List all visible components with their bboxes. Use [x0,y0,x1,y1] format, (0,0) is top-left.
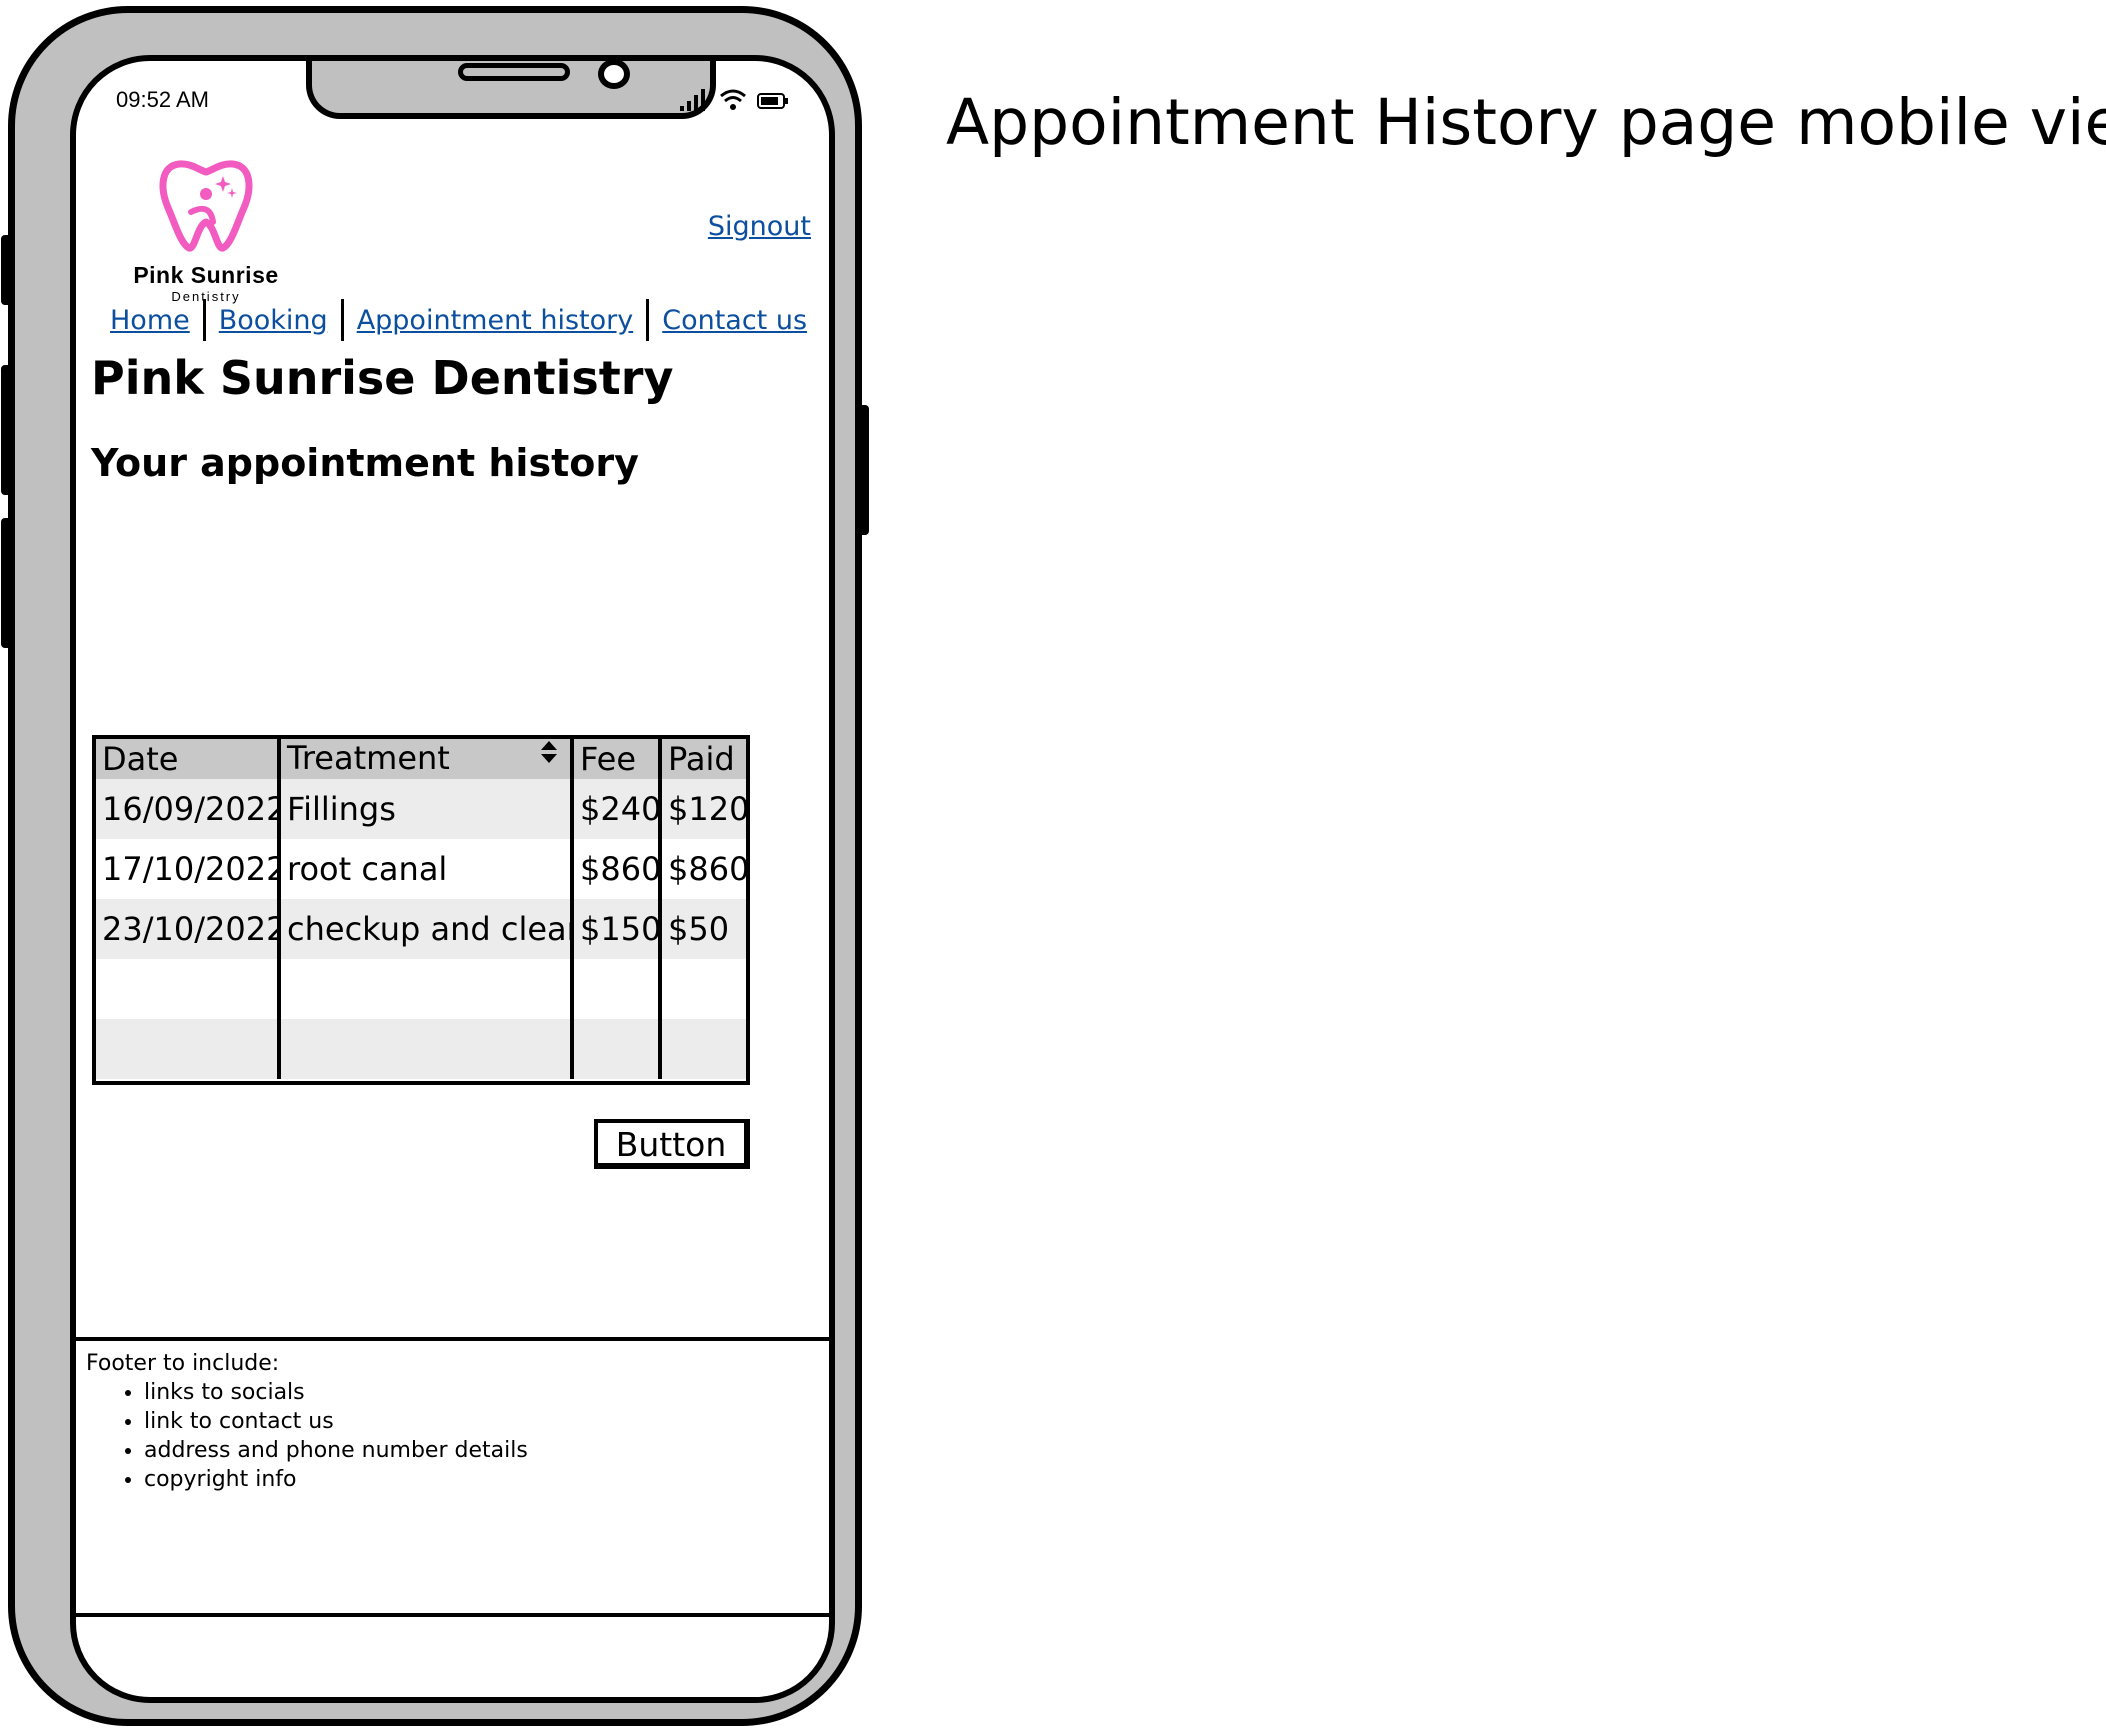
tooth-logo-icon [159,160,253,252]
page-caption: Appointment History page mobile view [946,86,2106,159]
nav-separator [646,299,650,341]
phone-side-button [1,365,13,495]
status-icons [679,87,789,111]
signout-link[interactable]: Signout [708,211,811,242]
cell-fee: $860 [572,839,662,899]
cell-treatment [279,959,574,1019]
main-nav: Home Booking Appointment history Contact… [110,299,807,341]
signal-icon [680,89,705,111]
appointment-table: Date Treatment Fee Paid 16/09/2022 Filli… [92,735,750,1085]
nav-separator [202,299,206,341]
action-button[interactable]: Button [594,1119,750,1169]
column-header-treatment[interactable]: Treatment [279,739,574,779]
nav-link-appointment-history[interactable]: Appointment history [357,305,634,336]
cell-date [96,959,281,1019]
phone-side-button [857,405,869,535]
footer-item: copyright info [144,1465,825,1494]
table-row[interactable]: 17/10/2022 root canal $860 $860 [96,839,746,899]
nav-link-contact-us[interactable]: Contact us [662,305,807,336]
cell-treatment [279,1019,574,1079]
phone-frame: 09:52 AM Pink Sunrise Dentistry Signout … [1,6,869,1726]
logo-name: Pink Sunrise [133,262,279,288]
cell-fee: $240 [572,779,662,839]
table-header-row: Date Treatment Fee Paid [96,739,746,779]
speaker-grille [458,63,570,81]
footer: Footer to include: links to socials link… [76,1337,829,1617]
footer-list: links to socials link to contact us addr… [86,1378,825,1494]
cell-paid: $50 [660,899,746,959]
column-header-fee[interactable]: Fee [572,739,662,779]
phone-side-button [1,235,13,305]
cell-paid [660,1019,746,1079]
wifi-icon [720,89,746,110]
phone-screen: 09:52 AM Pink Sunrise Dentistry Signout … [70,55,835,1703]
table-row[interactable]: 23/10/2022 checkup and clean $150 $50 [96,899,746,959]
table-row[interactable]: 16/09/2022 Fillings $240 $120 [96,779,746,839]
cell-treatment: root canal [279,839,574,899]
footer-item: links to socials [144,1378,825,1407]
front-camera [598,61,630,89]
cell-date: 23/10/2022 [96,899,281,959]
brand-logo[interactable]: Pink Sunrise Dentistry [121,156,291,304]
footer-item: address and phone number details [144,1436,825,1465]
section-heading: Your appointment history [91,441,639,485]
cell-fee: $150 [572,899,662,959]
cell-date: 16/09/2022 [96,779,281,839]
cell-paid [660,959,746,1019]
cell-date [96,1019,281,1079]
nav-link-home[interactable]: Home [110,305,190,336]
cell-fee [572,959,662,1019]
phone-side-button [1,518,13,648]
cell-paid: $120 [660,779,746,839]
battery-icon [757,93,788,109]
table-row[interactable] [96,1019,746,1079]
phone-notch [306,61,716,119]
cell-paid: $860 [668,850,746,888]
column-header-paid[interactable]: Paid [660,739,746,779]
status-time: 09:52 AM [116,87,209,112]
cell-fee [572,1019,662,1079]
page-title: Pink Sunrise Dentistry [91,351,674,405]
footer-item: link to contact us [144,1407,825,1436]
cell-treatment: Fillings [279,779,574,839]
cell-date: 17/10/2022 [96,839,281,899]
table-row[interactable] [96,959,746,1019]
nav-link-booking[interactable]: Booking [219,305,328,336]
nav-separator [340,299,344,341]
cell-treatment: checkup and clean [279,899,574,959]
sort-icon[interactable] [540,739,558,779]
column-header-date[interactable]: Date [96,739,281,779]
footer-heading: Footer to include: [86,1351,280,1376]
